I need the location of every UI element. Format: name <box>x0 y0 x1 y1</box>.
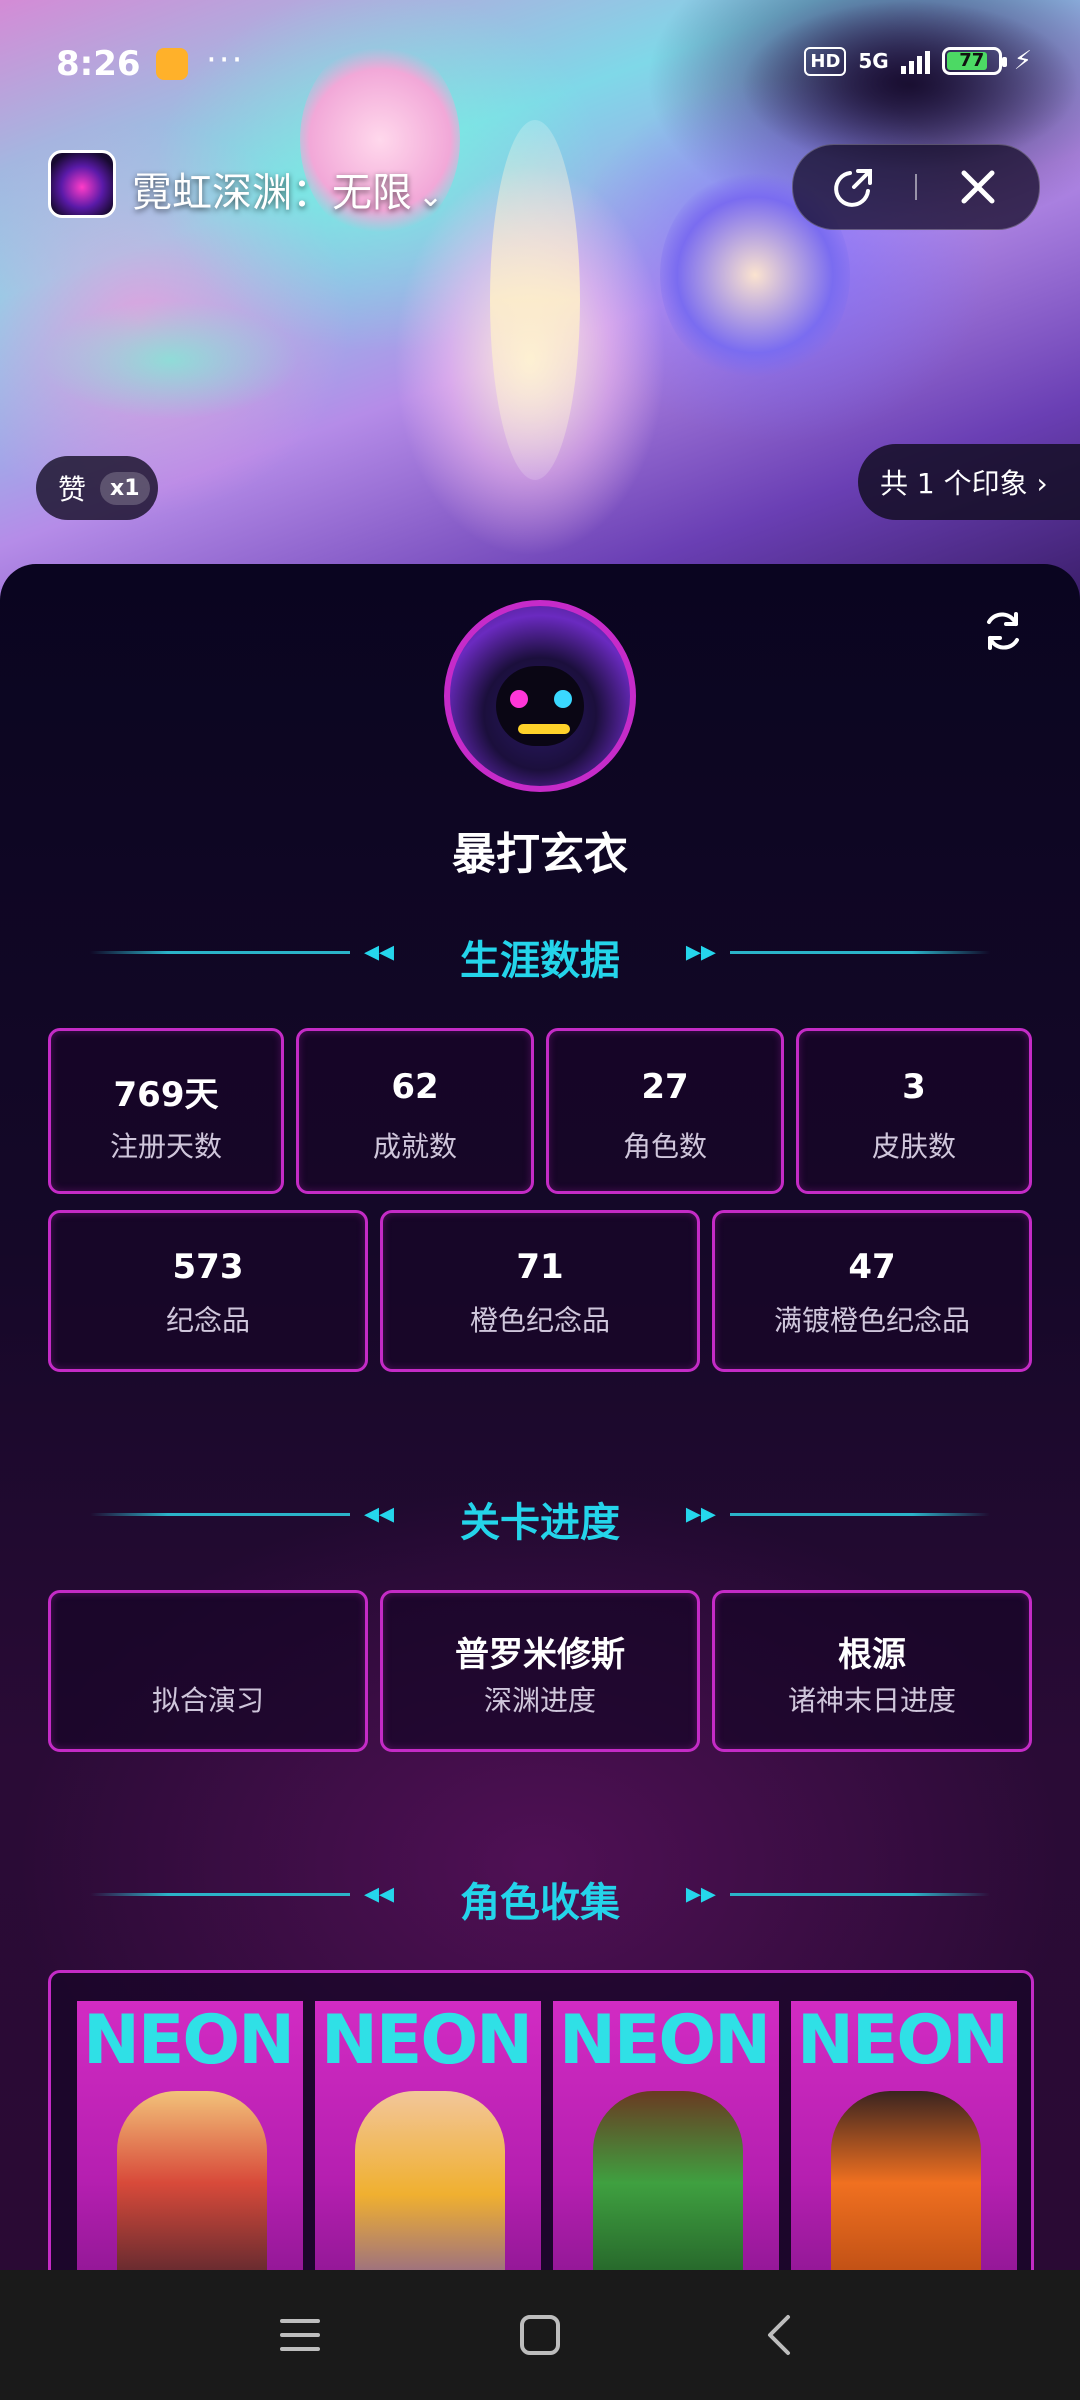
stat-value: 27 <box>641 1067 689 1107</box>
notification-icon <box>156 48 188 80</box>
like-button[interactable]: 赞 x1 <box>36 456 158 520</box>
progress-label: 诸神末日进度 <box>787 1684 956 1717</box>
network-type: 5G <box>858 49 889 73</box>
impressions-link[interactable]: 共 1 个印象 › <box>858 444 1080 520</box>
progress-label: 拟合演习 <box>151 1684 264 1717</box>
progress-value: 根源 <box>838 1635 906 1675</box>
stat-value: 769天 <box>113 1075 219 1115</box>
stat-value: 71 <box>516 1247 564 1287</box>
stat-tile: 47 满镀橙色纪念品 <box>712 1210 1032 1372</box>
battery-icon: 77 <box>941 47 1007 75</box>
close-icon <box>961 170 995 204</box>
stat-tile: 3 皮肤数 <box>796 1028 1032 1194</box>
character-card[interactable]: NEON <box>791 2001 1017 2301</box>
like-count: x1 <box>100 471 150 505</box>
stat-value: 47 <box>848 1247 896 1287</box>
stat-value: 3 <box>902 1067 926 1107</box>
home-button[interactable] <box>500 2295 580 2375</box>
stat-tile: 62 成就数 <box>296 1028 534 1194</box>
share-icon <box>834 169 872 207</box>
system-navigation-bar <box>0 2270 1080 2400</box>
status-indicators: HD 5G 77 ⚡ <box>804 46 1032 76</box>
status-more-icon: ··· <box>206 40 245 80</box>
card-title: NEON <box>559 2001 771 2080</box>
stat-label: 角色数 <box>622 1130 707 1163</box>
decor-right-icon: ▸▸ <box>685 1496 716 1531</box>
charging-icon: ⚡ <box>1013 46 1032 76</box>
progress-tile: 根源 诸神末日进度 <box>712 1590 1032 1752</box>
status-time: 8:26 <box>56 44 141 84</box>
character-card[interactable]: NEON <box>315 2001 541 2301</box>
back-button[interactable] <box>740 2295 820 2375</box>
hero-art-glow <box>40 300 300 420</box>
back-chevron-icon <box>768 2315 790 2355</box>
stat-label: 注册天数 <box>109 1130 222 1163</box>
mini-app-icon[interactable] <box>48 150 116 218</box>
decor-right-icon: ▸▸ <box>685 934 716 969</box>
levels-section-title: 关卡进度 <box>460 1500 620 1546</box>
home-square-icon <box>520 2315 560 2355</box>
refresh-button[interactable] <box>980 608 1026 658</box>
stat-tile: 27 角色数 <box>546 1028 784 1194</box>
character-card[interactable]: NEON <box>553 2001 779 2301</box>
character-collection: NEON NEON NEON NEON <box>48 1970 1034 2310</box>
hd-badge: HD <box>804 46 847 76</box>
career-section-header: ◂◂ 生涯数据 ▸▸ <box>0 922 1080 984</box>
card-title: NEON <box>321 2001 533 2080</box>
share-button[interactable] <box>793 145 915 229</box>
player-avatar <box>444 600 636 792</box>
menu-icon <box>280 2319 320 2351</box>
hero-art-light <box>490 120 580 480</box>
refresh-icon <box>987 612 1019 650</box>
mini-app-capsule <box>792 144 1040 230</box>
stat-value: 62 <box>391 1067 439 1107</box>
collection-section-header: ◂◂ 角色收集 ▸▸ <box>0 1864 1080 1926</box>
like-label: 赞 <box>58 473 87 506</box>
chevron-down-icon: ⌄ <box>418 179 444 214</box>
card-title: NEON <box>797 2001 1009 2080</box>
stat-value: 573 <box>172 1247 244 1287</box>
progress-value: 普罗米修斯 <box>455 1635 625 1675</box>
mini-app-title[interactable]: 霓虹深渊：无限 ⌄ <box>132 160 443 218</box>
player-username: 暴打玄衣 <box>452 829 628 880</box>
stat-label: 纪念品 <box>165 1304 250 1337</box>
career-section-title: 生涯数据 <box>460 938 620 984</box>
stat-label: 成就数 <box>372 1130 457 1163</box>
stat-tile: 573 纪念品 <box>48 1210 368 1372</box>
character-card[interactable]: NEON <box>77 2001 303 2301</box>
recent-apps-button[interactable] <box>260 2295 340 2375</box>
progress-tile: 普罗米修斯 深渊进度 <box>380 1590 700 1752</box>
mini-app-title-text: 霓虹深渊：无限 <box>132 170 412 216</box>
stat-tile: 769天 注册天数 <box>48 1028 284 1194</box>
battery-level: 77 <box>959 50 985 71</box>
stat-label: 满镀橙色纪念品 <box>773 1304 970 1337</box>
decor-right-icon: ▸▸ <box>685 1876 716 1911</box>
stat-label: 橙色纪念品 <box>469 1304 610 1337</box>
signal-icon <box>900 48 930 74</box>
progress-label: 深渊进度 <box>483 1684 596 1717</box>
progress-tile: 拟合演习 <box>48 1590 368 1752</box>
stat-tile: 71 橙色纪念品 <box>380 1210 700 1372</box>
hero-banner: 8:26 ··· HD 5G 77 ⚡ 霓虹深渊：无限 ⌄ 赞 x1 共 1 个… <box>0 0 1080 600</box>
close-button[interactable] <box>917 145 1039 229</box>
levels-section-header: ◂◂ 关卡进度 ▸▸ <box>0 1484 1080 1546</box>
stat-label: 皮肤数 <box>871 1130 956 1163</box>
collection-section-title: 角色收集 <box>460 1880 620 1926</box>
card-title: NEON <box>83 2001 295 2080</box>
